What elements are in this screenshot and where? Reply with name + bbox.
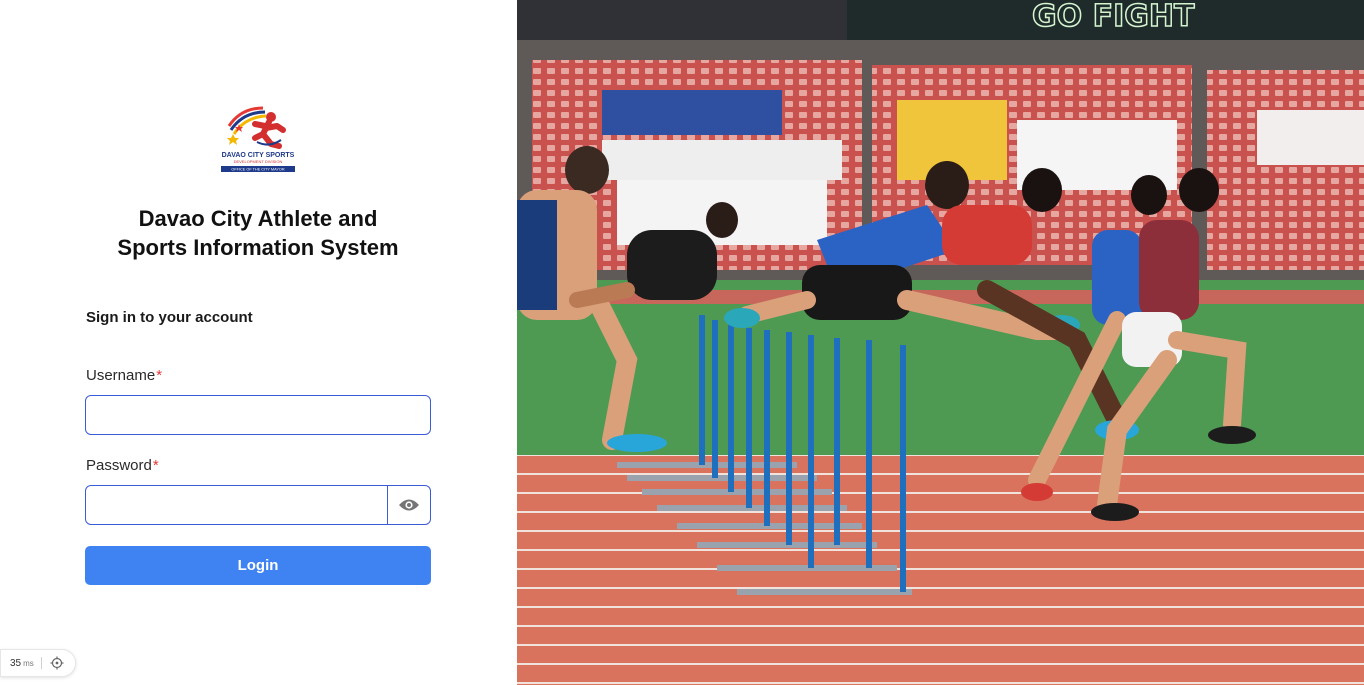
stadium-banner: GO FIGHT (1032, 0, 1195, 34)
timer-value: 35 (10, 657, 22, 669)
password-input[interactable] (85, 485, 388, 525)
crosshair-icon[interactable] (50, 656, 64, 670)
username-input[interactable] (85, 395, 431, 435)
toggle-password-visibility-button[interactable] (387, 485, 431, 525)
hero-image: GO FIGHT (517, 0, 1364, 685)
app-title-line-1: Davao City Athlete and (138, 206, 378, 231)
sign-in-heading: Sign in to your account (86, 309, 253, 326)
hurdles-race-photo: GO FIGHT (517, 0, 1364, 685)
logo-line-2: DEVELOPMENT DIVISION (234, 159, 283, 164)
render-timer-badge[interactable]: 35 ms (0, 649, 76, 677)
davao-city-sports-logo: DAVAO CITY SPORTS DEVELOPMENT DIVISION O… (221, 106, 295, 172)
password-label: Password* (86, 457, 159, 474)
required-marker: * (152, 457, 159, 474)
timer-unit: ms (23, 658, 34, 668)
logo-line-3: OFFICE OF THE CITY MAYOR (231, 168, 284, 172)
username-label: Username* (86, 367, 163, 384)
app-title: Davao City Athlete and Sports Informatio… (60, 204, 456, 262)
login-button[interactable]: Login (85, 546, 431, 585)
app-title-line-2: Sports Information System (117, 235, 399, 260)
required-marker: * (156, 367, 163, 384)
logo-line-1: DAVAO CITY SPORTS (222, 152, 295, 159)
login-panel: DAVAO CITY SPORTS DEVELOPMENT DIVISION O… (0, 0, 517, 685)
divider (40, 657, 42, 669)
eye-icon (399, 499, 419, 511)
